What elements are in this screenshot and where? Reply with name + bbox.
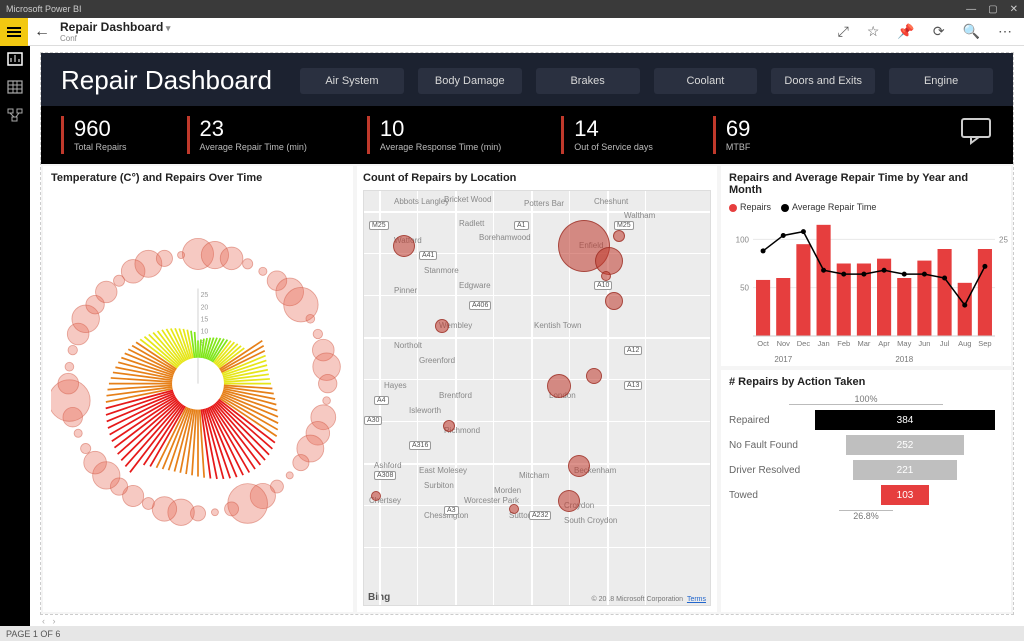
svg-text:May: May xyxy=(897,339,911,348)
svg-text:Feb: Feb xyxy=(837,339,850,348)
svg-text:100: 100 xyxy=(736,235,750,244)
window-buttons: — ▢ ✕ xyxy=(966,4,1018,15)
tab-coolant[interactable]: Coolant xyxy=(654,68,758,94)
report-header: Repair Dashboard Air System Body Damage … xyxy=(41,53,1013,106)
nav-report-icon[interactable] xyxy=(7,52,23,66)
funnel-chart: 100%Repaired384No Fault Found252Driver R… xyxy=(729,394,1003,521)
svg-text:Jan: Jan xyxy=(818,339,830,348)
svg-text:2017: 2017 xyxy=(774,355,792,364)
page-indicator: PAGE 1 OF 6 xyxy=(6,629,60,639)
svg-text:25: 25 xyxy=(999,235,1008,244)
svg-text:Nov: Nov xyxy=(777,339,791,348)
breadcrumb-title: Repair Dashboard xyxy=(60,20,838,34)
nav-data-icon[interactable] xyxy=(7,80,23,94)
expand-icon[interactable]: ⤢ xyxy=(838,23,849,40)
svg-text:15: 15 xyxy=(201,316,209,323)
more-icon[interactable]: ⋯ xyxy=(998,23,1012,40)
svg-text:Oct: Oct xyxy=(757,339,770,348)
map-title: Count of Repairs by Location xyxy=(363,172,711,184)
combo-chart-card[interactable]: Repairs and Average Repair Time by Year … xyxy=(721,166,1011,366)
kpi-avg-response-time: 10Average Response Time (min) xyxy=(367,116,501,154)
app-title: Microsoft Power BI xyxy=(6,4,82,14)
svg-text:10: 10 xyxy=(201,328,209,335)
hamburger-button[interactable] xyxy=(0,18,28,46)
kpi-avg-repair-time: 23Average Repair Time (min) xyxy=(187,116,307,154)
kpi-mtbf: 69MTBF xyxy=(713,116,751,154)
map-card[interactable]: Count of Repairs by Location Bing © 2018… xyxy=(357,166,717,612)
breadcrumb[interactable]: Repair Dashboard Conf xyxy=(56,20,838,43)
svg-text:2018: 2018 xyxy=(895,355,913,364)
app-toolbar: ← Repair Dashboard Conf ⤢ ☆ 📌 ⟳ 🔍 ⋯ xyxy=(0,18,1024,46)
tab-body-damage[interactable]: Body Damage xyxy=(418,68,522,94)
minimize-icon[interactable]: — xyxy=(966,4,976,15)
chat-icon[interactable] xyxy=(959,116,993,154)
status-bar: PAGE 1 OF 6 xyxy=(0,626,1024,641)
svg-text:Jun: Jun xyxy=(918,339,930,348)
svg-text:20: 20 xyxy=(201,304,209,311)
kpi-out-of-service: 14Out of Service days xyxy=(561,116,653,154)
pin-icon[interactable]: 📌 xyxy=(897,23,914,40)
svg-text:Apr: Apr xyxy=(878,339,890,348)
svg-text:25: 25 xyxy=(201,292,209,299)
svg-text:50: 50 xyxy=(740,284,749,293)
nav-model-icon[interactable] xyxy=(7,108,23,122)
back-button[interactable]: ← xyxy=(28,23,56,41)
funnel-title: # Repairs by Action Taken xyxy=(729,376,1003,388)
svg-text:Aug: Aug xyxy=(958,339,971,348)
kpi-total-repairs: 960Total Repairs xyxy=(61,116,127,154)
radial-chart-card[interactable]: Temperature (C°) and Repairs Over Time 5… xyxy=(43,166,353,612)
svg-text:Dec: Dec xyxy=(797,339,811,348)
report-canvas: Repair Dashboard Air System Body Damage … xyxy=(40,52,1014,615)
map-visual[interactable]: Bing © 2018 Microsoft Corporation Terms … xyxy=(363,190,711,606)
tab-brakes[interactable]: Brakes xyxy=(536,68,640,94)
radial-chart-title: Temperature (C°) and Repairs Over Time xyxy=(51,172,345,184)
combo-chart: 50 100 25 Oct Nov Dec Jan Feb Mar Apr May Jun Jul Aug… xyxy=(729,216,1011,366)
favorite-icon[interactable]: ☆ xyxy=(867,23,880,40)
combo-legend: Repairs Average Repair Time xyxy=(729,202,1003,212)
svg-text:Mar: Mar xyxy=(857,339,870,348)
funnel-card[interactable]: # Repairs by Action Taken 100%Repaired38… xyxy=(721,370,1011,612)
refresh-icon[interactable]: ⟳ xyxy=(933,23,945,40)
breadcrumb-sub: Conf xyxy=(60,34,838,43)
tab-air-system[interactable]: Air System xyxy=(300,68,404,94)
close-icon[interactable]: ✕ xyxy=(1010,4,1018,15)
tab-doors[interactable]: Doors and Exits xyxy=(771,68,875,94)
tab-engine[interactable]: Engine xyxy=(889,68,993,94)
svg-text:Jul: Jul xyxy=(940,339,950,348)
kpi-bar: 960Total Repairs 23Average Repair Time (… xyxy=(41,106,1013,164)
window-titlebar: Microsoft Power BI — ▢ ✕ xyxy=(0,0,1024,18)
page-title: Repair Dashboard xyxy=(61,65,272,96)
maximize-icon[interactable]: ▢ xyxy=(988,4,997,15)
svg-text:Sep: Sep xyxy=(978,339,991,348)
search-icon[interactable]: 🔍 xyxy=(963,23,980,40)
combo-chart-title: Repairs and Average Repair Time by Year … xyxy=(729,172,1003,196)
radial-chart: 510152025 xyxy=(51,190,345,560)
left-nav-rail xyxy=(0,46,30,626)
